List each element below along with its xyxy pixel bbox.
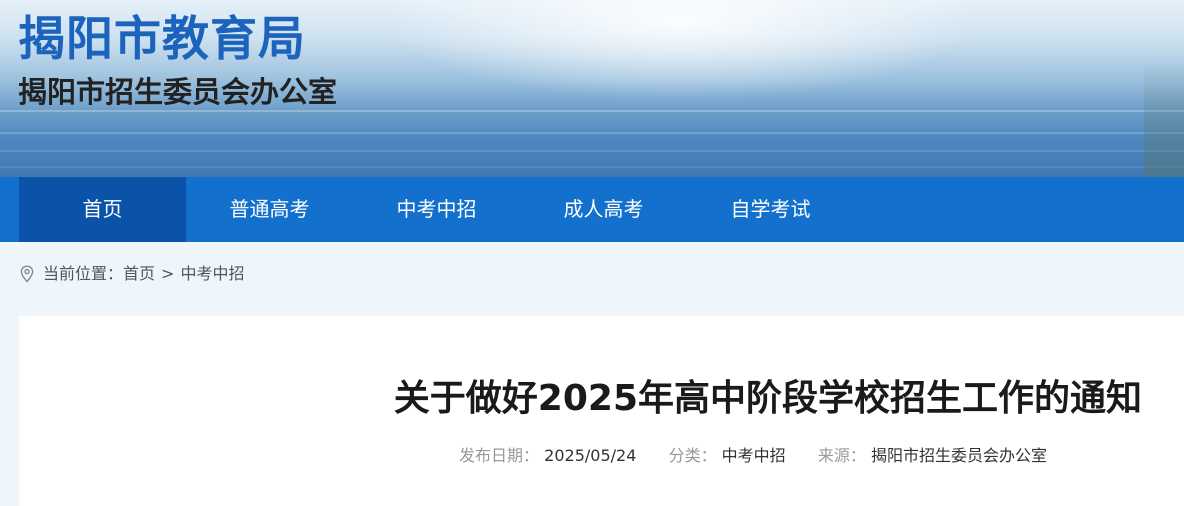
- site-title: 揭阳市教育局: [18, 12, 306, 67]
- banner-wave: [0, 150, 1184, 152]
- meta-source-value: 揭阳市招生委员会办公室: [870, 446, 1047, 465]
- meta-date-label: 发布日期：: [459, 446, 540, 465]
- nav-item-zhongkao[interactable]: 中考中招: [353, 177, 520, 242]
- banner-shore: [1144, 60, 1184, 177]
- breadcrumb: 当前位置： 首页 > 中考中招: [0, 242, 1184, 305]
- location-pin-icon: [20, 264, 34, 283]
- nav-item-self-study-exam[interactable]: 自学考试: [687, 177, 854, 242]
- meta-category-label: 分类：: [668, 446, 717, 465]
- site-subtitle: 揭阳市招生委员会办公室: [18, 75, 338, 109]
- breadcrumb-link-zhongkao[interactable]: 中考中招: [180, 242, 244, 305]
- article-card: 关于做好2025年高中阶段学校招生工作的通知 发布日期： 2025/05/24 …: [19, 316, 1184, 506]
- banner-wave: [0, 166, 1184, 168]
- breadcrumb-prefix: 当前位置：: [43, 264, 124, 283]
- breadcrumb-separator: >: [161, 264, 175, 283]
- breadcrumb-link-home[interactable]: 首页: [123, 242, 155, 305]
- meta-source-label: 来源：: [817, 446, 866, 465]
- meta-date-value: 2025/05/24: [544, 446, 637, 465]
- nav-item-home[interactable]: 首页: [19, 177, 186, 242]
- banner-sky-glow: [380, 0, 980, 100]
- nav-item-adult-exam[interactable]: 成人高考: [520, 177, 687, 242]
- main-nav: 首页 普通高考 中考中招 成人高考 自学考试: [0, 177, 1184, 242]
- banner-wave: [0, 132, 1184, 134]
- meta-category-value: 中考中招: [721, 446, 786, 465]
- article-meta: 发布日期： 2025/05/24 分类： 中考中招 来源： 揭阳市招生委员会办公…: [459, 444, 1047, 468]
- nav-list: 首页 普通高考 中考中招 成人高考 自学考试: [0, 177, 1184, 242]
- site-banner: 揭阳市教育局 揭阳市招生委员会办公室: [0, 0, 1184, 177]
- nav-item-gaokao[interactable]: 普通高考: [186, 177, 353, 242]
- article-title: 关于做好2025年高中阶段学校招生工作的通知: [393, 378, 1142, 419]
